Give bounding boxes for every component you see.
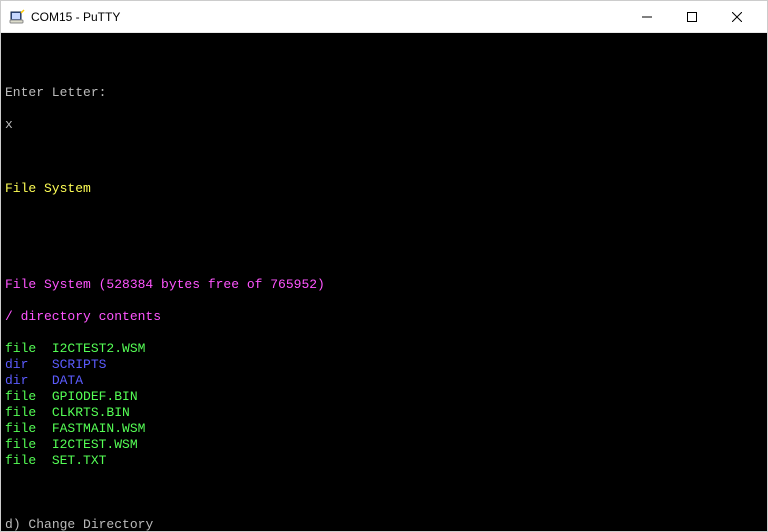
entry-name: CLKRTS.BIN — [52, 405, 130, 420]
entry-type: file — [5, 405, 36, 420]
section-heading: File System — [5, 181, 763, 197]
entry-type: dir — [5, 373, 28, 388]
dir-header: / directory contents — [5, 309, 763, 325]
close-button[interactable] — [714, 2, 759, 32]
maximize-button[interactable] — [669, 2, 714, 32]
listing-row: file I2CTEST.WSM — [5, 437, 763, 453]
listing-row: dir SCRIPTS — [5, 357, 763, 373]
window-titlebar: COM15 - PuTTY — [1, 1, 767, 33]
window-controls — [624, 2, 759, 32]
menu-key: d — [5, 517, 13, 531]
listing-row: file SET.TXT — [5, 453, 763, 469]
fs-status: File System (528384 bytes free of 765952… — [5, 277, 763, 293]
listing-row: file CLKRTS.BIN — [5, 405, 763, 421]
entry-name: FASTMAIN.WSM — [52, 421, 146, 436]
entry-type: file — [5, 421, 36, 436]
window-title: COM15 - PuTTY — [31, 10, 624, 24]
listing-row: file FASTMAIN.WSM — [5, 421, 763, 437]
entry-type: file — [5, 341, 36, 356]
entry-name: DATA — [52, 373, 83, 388]
entry-name: SCRIPTS — [52, 357, 107, 372]
entry-type: file — [5, 453, 36, 468]
entry-type: file — [5, 389, 36, 404]
listing-row: file GPIODEF.BIN — [5, 389, 763, 405]
entry-name: SET.TXT — [52, 453, 107, 468]
listing-row: file I2CTEST2.WSM — [5, 341, 763, 357]
entry-type: dir — [5, 357, 28, 372]
menu-item: d) Change Directory — [5, 517, 763, 531]
menu-label: Change Directory — [28, 517, 153, 531]
minimize-button[interactable] — [624, 2, 669, 32]
user-input: x — [5, 117, 763, 133]
entry-name: I2CTEST2.WSM — [52, 341, 146, 356]
listing-row: dir DATA — [5, 373, 763, 389]
entry-type: file — [5, 437, 36, 452]
prompt-line: Enter Letter: — [5, 85, 763, 101]
terminal-area[interactable]: Enter Letter: x File System File System … — [1, 33, 767, 531]
entry-name: GPIODEF.BIN — [52, 389, 138, 404]
entry-name: I2CTEST.WSM — [52, 437, 138, 452]
putty-icon — [9, 9, 25, 25]
